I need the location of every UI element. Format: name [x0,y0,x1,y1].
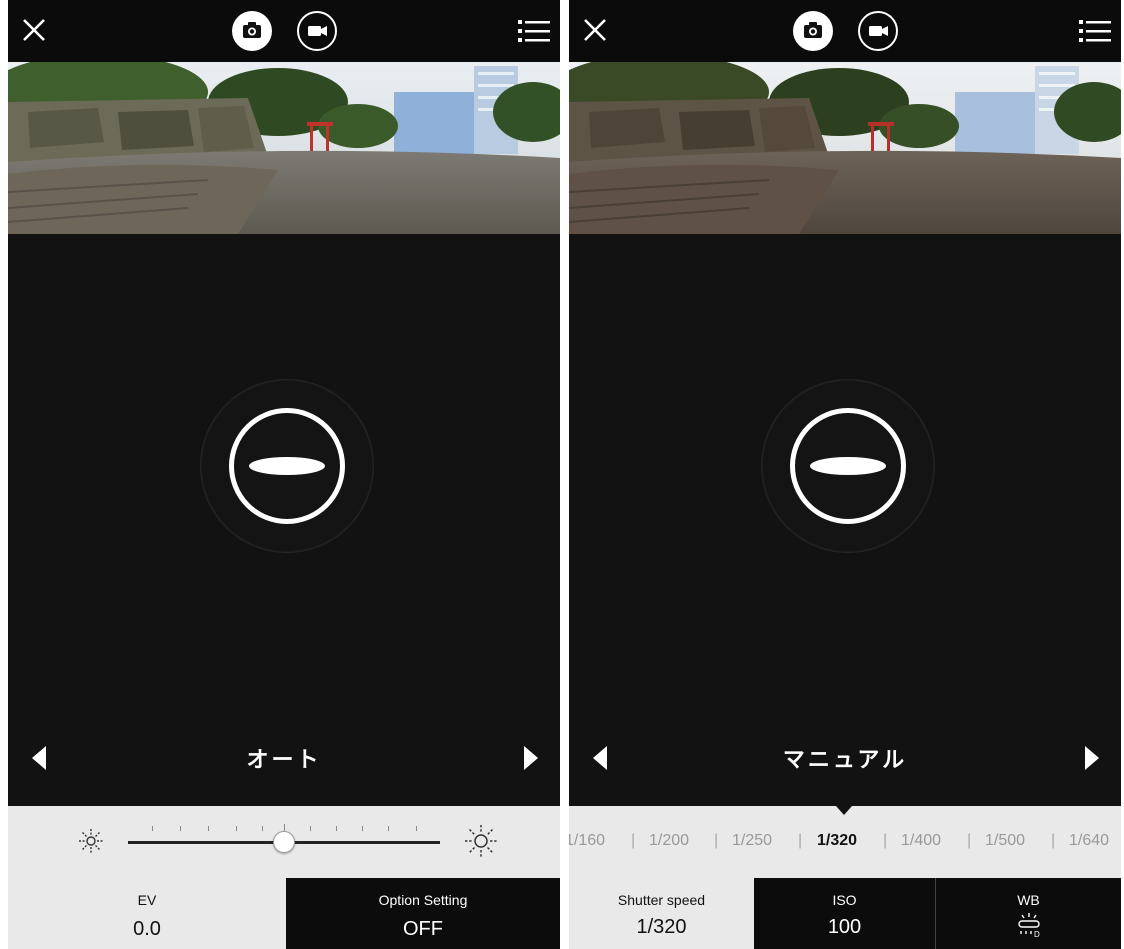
shutter-ring [201,380,373,552]
ev-value: 0.0 [133,918,161,940]
auto-mode-screen: オート EV 0.0 Option Setting OFF [8,0,560,949]
speed-indicator-pointer [836,806,852,815]
white-balance-setting[interactable]: WB D [936,878,1121,949]
ev-tick [152,826,153,831]
ev-slider-row [78,822,498,862]
video-camera-icon [308,26,327,36]
white-balance-icon: D [1017,913,1040,938]
video-camera-icon [869,26,888,36]
iso-label: ISO [832,892,857,908]
ev-tick [310,826,311,831]
viewfinder-area: マニュアル [569,234,1121,806]
speed-separator: | [883,832,888,849]
video-mode-button[interactable] [858,11,898,51]
speed-option[interactable]: 1/640 [1069,832,1109,850]
top-bar [569,0,1121,62]
shooting-mode-selector: オート [8,736,560,780]
manual-mode-screen: マニュアル 1/160 | 1/200 | 1/250 | 1/320 | 1/… [569,0,1121,949]
speed-option[interactable]: 1/160 [569,832,605,850]
shutter-speed-value: 1/320 [636,916,687,938]
settings-panel: 1/160 | 1/200 | 1/250 | 1/320 | 1/400 | … [569,806,1121,949]
ev-center-tick [284,824,285,831]
speed-separator: | [1051,832,1056,849]
photo-mode-button[interactable] [793,11,833,51]
speed-option[interactable]: 1/250 [732,832,772,850]
camera-icon [804,22,822,38]
ev-setting[interactable]: EV 0.0 [8,878,286,949]
iso-setting[interactable]: ISO 100 [754,878,936,949]
shutter-button[interactable] [229,408,345,524]
triangle-right-icon[interactable] [1081,744,1101,772]
shutter-button[interactable] [790,408,906,524]
speed-option[interactable]: 1/400 [901,832,941,850]
iso-value: 100 [827,916,862,938]
triangle-right-icon[interactable] [520,744,540,772]
speed-separator: | [631,832,636,849]
triangle-left-icon[interactable] [591,744,611,772]
ev-tick [208,826,209,831]
ev-tick [236,826,237,831]
shutter-speed-label: Shutter speed [617,892,706,908]
sun-bright-icon [465,825,497,857]
shutter-speed-setting[interactable]: Shutter speed 1/320 [569,878,754,949]
speed-separator: | [798,832,803,849]
photo-mode-button[interactable] [232,11,272,51]
close-icon[interactable] [20,16,48,44]
live-preview-image [569,62,1121,234]
speed-option[interactable]: 1/200 [649,832,689,850]
triangle-left-icon[interactable] [30,744,50,772]
option-setting-value: OFF [403,918,443,940]
viewfinder-area: オート [8,234,560,806]
video-mode-button[interactable] [297,11,337,51]
ev-tick [416,826,417,831]
menu-list-icon[interactable] [1079,18,1111,44]
camera-icon [243,22,261,38]
ev-tick [180,826,181,831]
close-icon[interactable] [581,16,609,44]
ev-slider-handle[interactable] [273,831,295,853]
ev-tick [388,826,389,831]
shutter-ring [762,380,934,552]
ev-tick [336,826,337,831]
option-setting-label: Option Setting [378,892,468,908]
ev-tick [262,826,263,831]
option-setting-button[interactable]: Option Setting OFF [286,878,560,949]
sun-dim-icon [79,829,103,853]
svg-text:D: D [1034,930,1040,938]
shooting-mode-selector: マニュアル [569,736,1121,780]
shutter-speed-picker[interactable]: 1/160 | 1/200 | 1/250 | 1/320 | 1/400 | … [569,820,1121,864]
mode-label: マニュアル [782,747,908,772]
wb-label: WB [1017,892,1040,908]
menu-list-icon[interactable] [518,18,550,44]
speed-option[interactable]: 1/500 [985,832,1025,850]
speed-separator: | [714,832,719,849]
settings-panel: EV 0.0 Option Setting OFF [8,806,560,949]
speed-separator: | [967,832,972,849]
top-bar [8,0,560,62]
speed-option-selected[interactable]: 1/320 [817,832,857,850]
lens-icon [249,457,325,475]
ev-tick [362,826,363,831]
mode-label: オート [246,747,322,772]
lens-icon [810,457,886,475]
ev-label: EV [137,892,157,908]
live-preview-image [8,62,560,234]
